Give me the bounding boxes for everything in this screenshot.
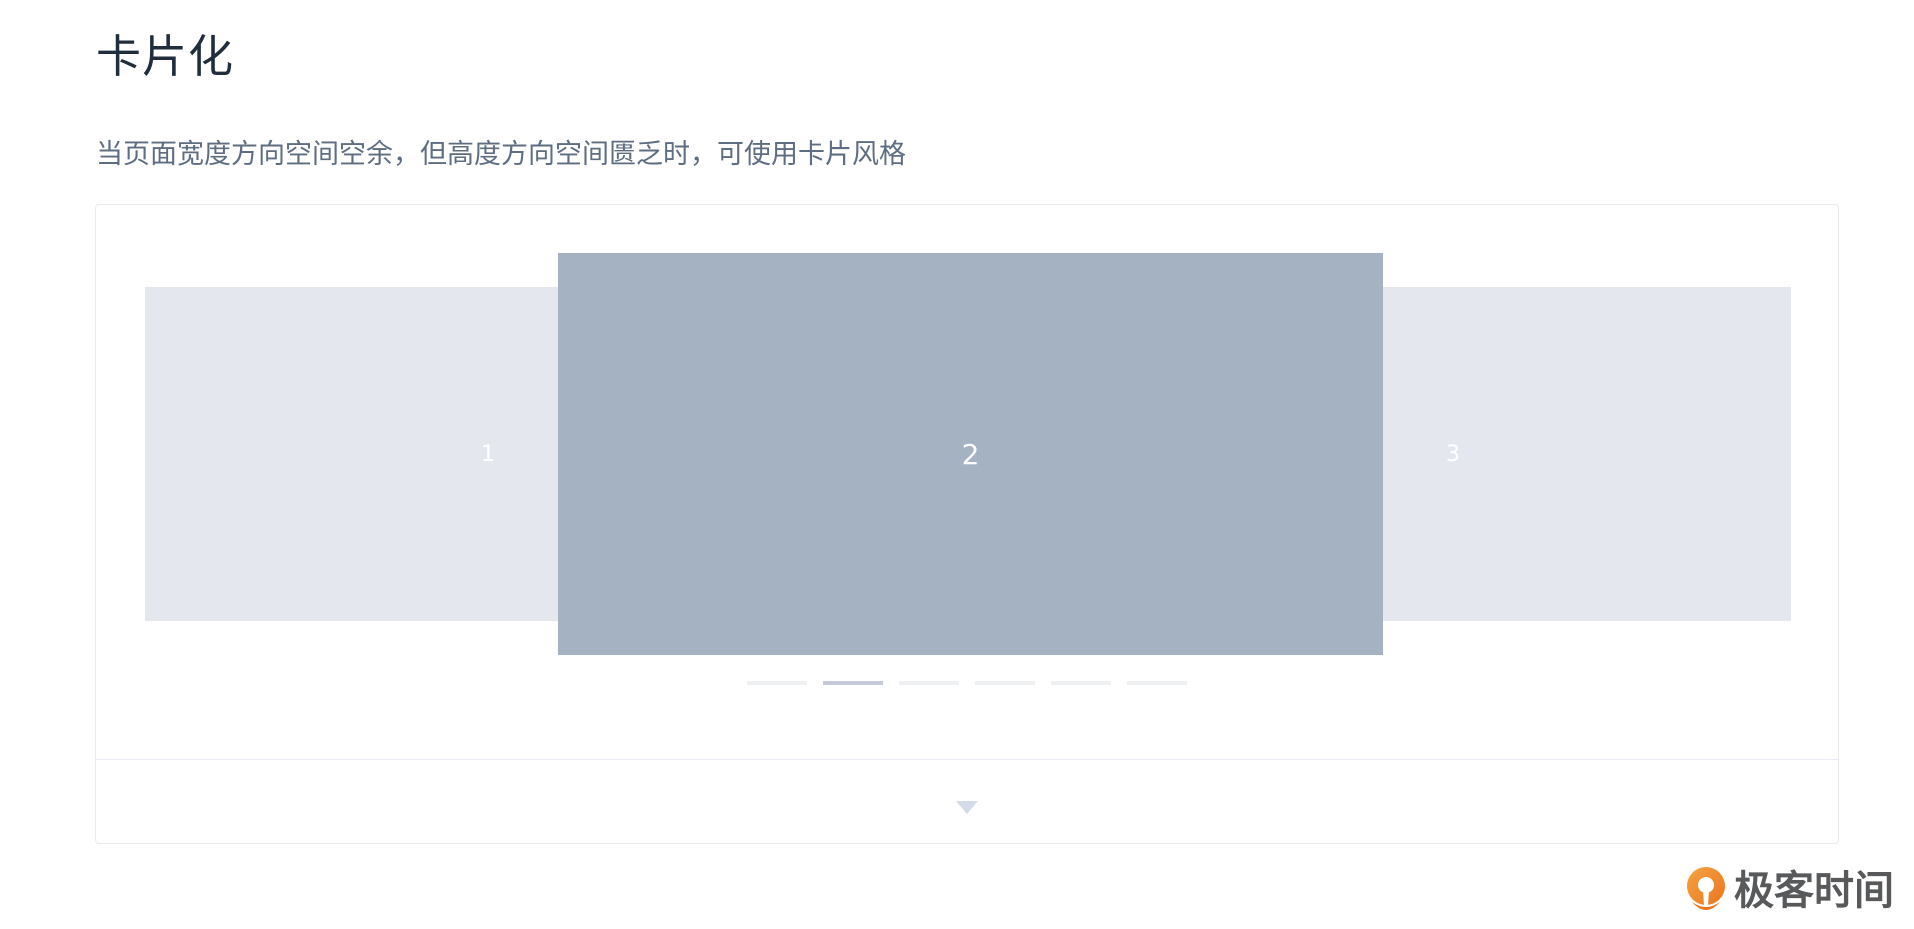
- demo-code-toggle[interactable]: [96, 759, 1838, 844]
- carousel-card-label: 2: [961, 437, 980, 471]
- carousel-indicator-1[interactable]: [747, 681, 807, 685]
- demo-block: 1 2 3: [95, 204, 1839, 844]
- carousel-card-3[interactable]: 3: [1379, 287, 1791, 621]
- watermark: 极客时间: [1684, 866, 1894, 916]
- carousel-card-label: 1: [481, 441, 495, 467]
- carousel-indicator-4[interactable]: [975, 681, 1035, 685]
- card-carousel: 1 2 3: [96, 205, 1838, 759]
- geektime-logo-icon: [1687, 867, 1725, 910]
- section-title: 卡片化: [96, 30, 235, 83]
- carousel-indicator-3[interactable]: [899, 681, 959, 685]
- carousel-indicator-2[interactable]: [823, 681, 883, 685]
- watermark-text: 极客时间: [1734, 868, 1894, 914]
- page: 卡片化 当页面宽度方向空间空余，但高度方向空间匮乏时，可使用卡片风格 1 2 3: [0, 0, 1914, 929]
- caret-down-icon: [956, 800, 978, 814]
- carousel-indicator-5[interactable]: [1051, 681, 1111, 685]
- carousel-card-1[interactable]: 1: [145, 287, 615, 621]
- section-description: 当页面宽度方向空间空余，但高度方向空间匮乏时，可使用卡片风格: [96, 139, 906, 170]
- carousel-indicator-6[interactable]: [1127, 681, 1187, 685]
- carousel-card-label: 3: [1446, 441, 1460, 467]
- carousel-card-2[interactable]: 2: [558, 253, 1383, 655]
- carousel-indicators: [747, 681, 1187, 685]
